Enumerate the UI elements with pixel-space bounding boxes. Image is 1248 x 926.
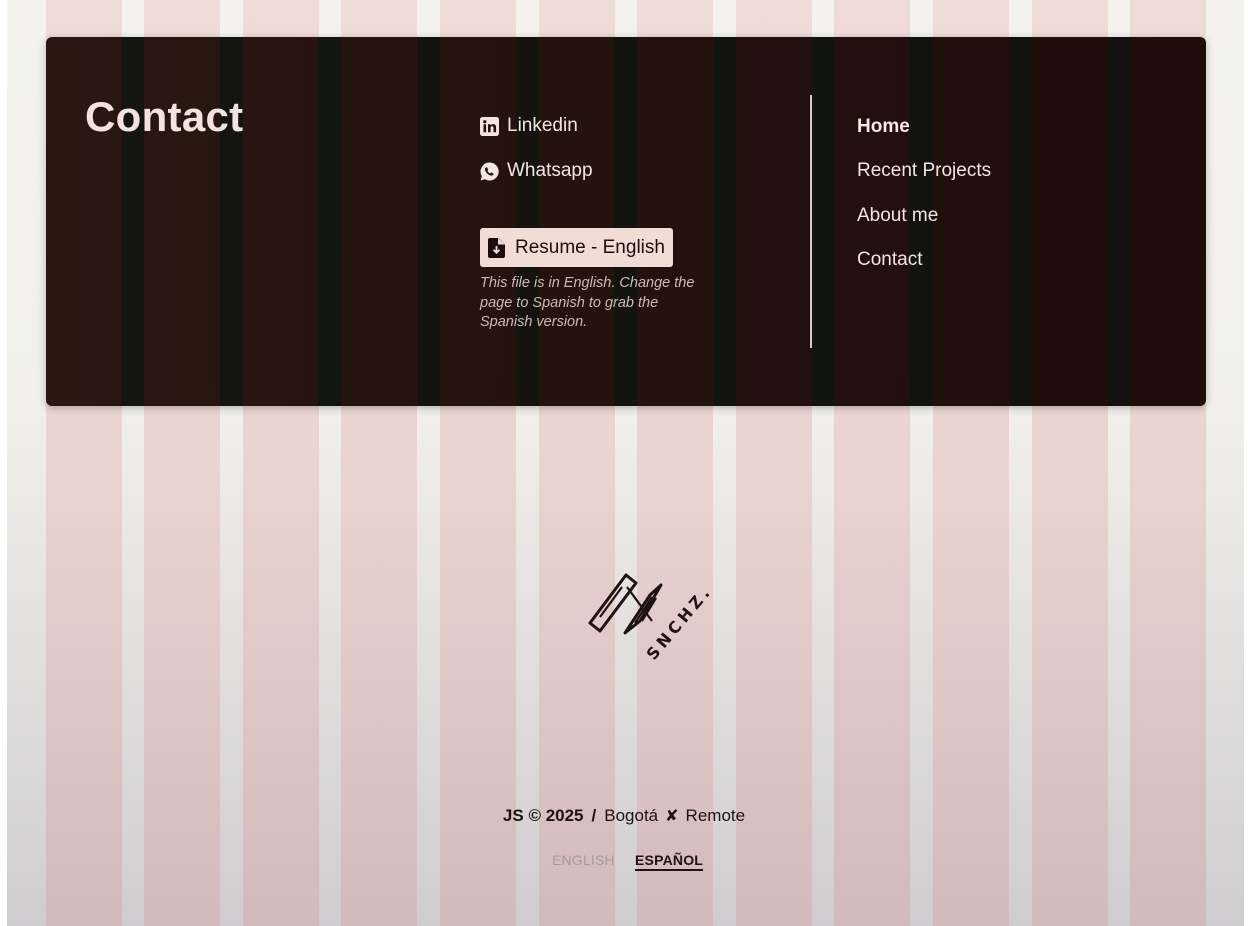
whatsapp-icon xyxy=(480,161,499,181)
copyright-text: JS © 2025 xyxy=(502,806,584,825)
footer-separator: / xyxy=(591,806,597,825)
nav-item-home[interactable]: Home xyxy=(857,116,910,138)
work-mode-text: Remote xyxy=(685,806,746,825)
x-mark-icon: ✘ xyxy=(665,808,679,825)
card-stripe xyxy=(811,37,834,406)
contact-card: Contact Linkedin Whatsapp Resume - Engli… xyxy=(46,37,1206,406)
resume-note: This file is in English. Change the page… xyxy=(480,275,695,330)
card-stripe xyxy=(614,37,637,406)
resume-download-button[interactable]: Resume - English xyxy=(480,228,673,267)
nav-item-contact[interactable]: Contact xyxy=(857,249,922,271)
brand-logo: SNCHZ. xyxy=(580,565,720,675)
card-stripe xyxy=(713,37,736,406)
whatsapp-link[interactable]: Whatsapp xyxy=(480,160,593,182)
nav-item-about-me[interactable]: About me xyxy=(857,205,938,227)
vertical-divider xyxy=(810,95,812,348)
file-download-icon xyxy=(487,237,506,258)
location-text: Bogotá xyxy=(604,806,659,825)
footer-info: JS © 2025 / Bogotá ✘ Remote xyxy=(0,806,1248,826)
card-stripe xyxy=(318,37,341,406)
card-stripe xyxy=(516,37,539,406)
linkedin-icon xyxy=(480,116,499,136)
card-stripe xyxy=(1107,37,1130,406)
linkedin-link[interactable]: Linkedin xyxy=(480,115,578,137)
linkedin-label: Linkedin xyxy=(507,115,578,136)
language-spanish-link[interactable]: ESPAÑOL xyxy=(635,852,704,871)
whatsapp-label: Whatsapp xyxy=(507,160,593,181)
contact-title: Contact xyxy=(85,93,244,140)
resume-label: Resume - English xyxy=(515,236,665,258)
card-stripe xyxy=(1009,37,1032,406)
nav-item-recent-projects[interactable]: Recent Projects xyxy=(857,160,991,182)
card-stripe xyxy=(417,37,440,406)
language-english-link[interactable]: ENGLISH xyxy=(552,852,615,868)
